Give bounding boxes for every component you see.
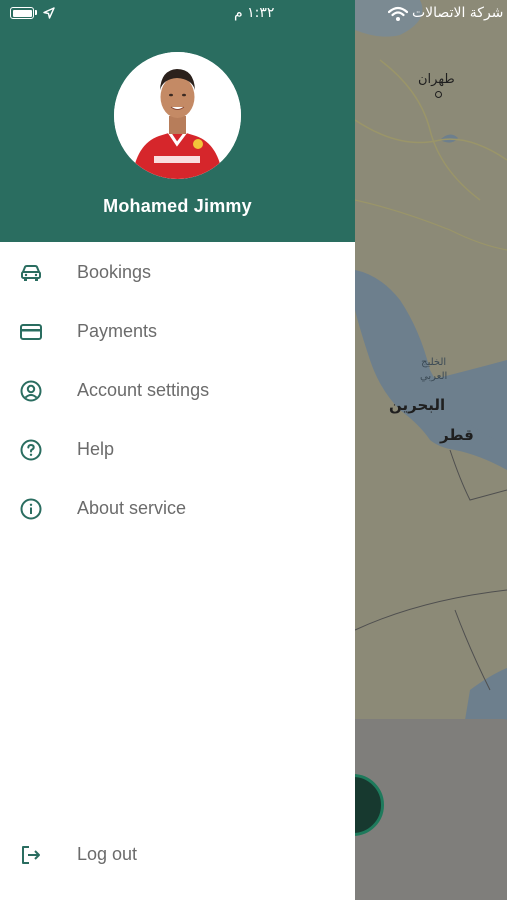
status-time: ١:٣٢ م xyxy=(234,5,275,21)
menu-item-label: About service xyxy=(77,498,187,518)
menu-item-label: Help xyxy=(77,439,115,459)
menu-item-account-settings[interactable]: Account settings xyxy=(0,365,355,415)
info-circle-icon xyxy=(20,498,42,520)
wifi-icon xyxy=(388,6,408,21)
logout-button[interactable]: Log out xyxy=(0,829,355,879)
menu-item-help[interactable]: Help xyxy=(0,424,355,474)
menu-item-payments[interactable]: Payments xyxy=(0,306,355,356)
city-marker-icon xyxy=(435,91,442,98)
user-name: Mohamed Jimmy xyxy=(103,196,252,216)
map-label-city-3: قطر xyxy=(440,426,474,444)
help-circle-icon xyxy=(20,439,42,461)
map-label-city-2: البحرين xyxy=(389,396,446,414)
menu-item-label: Payments xyxy=(77,321,158,341)
menu-item-label: Account settings xyxy=(77,380,210,400)
logout-icon xyxy=(22,846,40,864)
location-arrow-icon xyxy=(43,7,55,19)
menu-item-label: Bookings xyxy=(77,262,152,282)
status-bar: ١:٣٢ م شركة الاتصالات xyxy=(0,0,507,28)
map-label-gulf-line-1: الخليج xyxy=(421,357,447,368)
logout-label: Log out xyxy=(77,844,138,864)
menu-item-about-service[interactable]: About service xyxy=(0,483,355,533)
map-label-city-1: طهران xyxy=(418,72,455,87)
user-circle-icon xyxy=(20,380,42,402)
battery-tip xyxy=(35,10,37,15)
menu-item-bookings[interactable]: Bookings xyxy=(0,247,355,297)
car-icon xyxy=(21,265,41,281)
drawer-header: Mohamed Jimmy xyxy=(0,0,355,242)
battery-icon xyxy=(10,7,34,19)
status-carrier: شركة الاتصالات xyxy=(412,5,504,21)
map-label-gulf: الخليج العربي xyxy=(420,356,447,384)
avatar[interactable] xyxy=(114,52,241,179)
profile-photo xyxy=(114,52,241,179)
map-label-gulf-line-2: العربي xyxy=(420,371,448,382)
navigation-drawer: Mohamed Jimmy Bookings Payments Account … xyxy=(0,0,355,900)
credit-card-icon xyxy=(20,324,42,340)
